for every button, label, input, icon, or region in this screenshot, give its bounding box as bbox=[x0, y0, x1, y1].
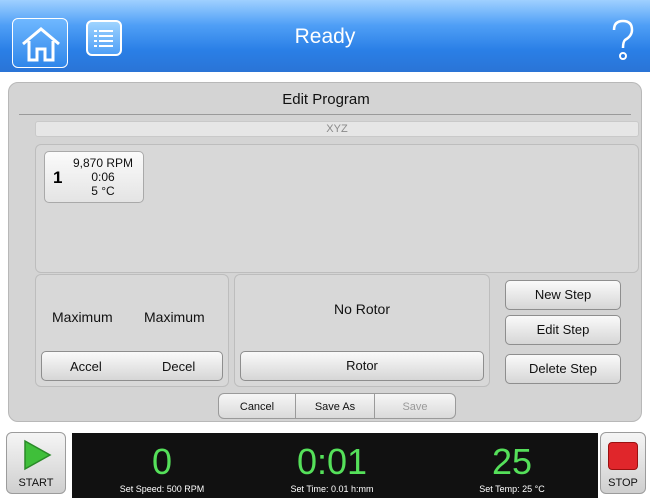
divider bbox=[19, 114, 631, 115]
decel-label: Decel bbox=[162, 359, 196, 374]
step-speed: 9,870 RPM bbox=[72, 156, 134, 170]
start-button[interactable]: START bbox=[6, 432, 66, 494]
set-speed-label: Set Speed: 500 RPM bbox=[119, 484, 205, 494]
page-title: Ready bbox=[294, 25, 356, 48]
accel-decel-button[interactable]: Accel Decel bbox=[41, 351, 223, 381]
action-bar: Cancel Save As Save bbox=[218, 393, 456, 421]
step-number: 1 bbox=[53, 168, 63, 187]
rotor-status: No Rotor bbox=[333, 301, 391, 317]
program-name-field[interactable]: XYZ bbox=[35, 121, 639, 137]
save-button[interactable]: Save bbox=[374, 393, 456, 419]
step-tile[interactable]: 1 9,870 RPM 0:06 5 °C bbox=[44, 151, 144, 203]
rotor-button[interactable]: Rotor bbox=[240, 351, 484, 381]
stop-label: STOP bbox=[608, 477, 638, 489]
temp-readout: 25 bbox=[491, 441, 533, 482]
save-as-button[interactable]: Save As bbox=[295, 393, 375, 419]
set-temp-label: Set Temp: 25 °C bbox=[479, 484, 545, 494]
rotor-group: No Rotor Rotor bbox=[234, 274, 490, 387]
step-temp: 5 °C bbox=[91, 184, 115, 198]
start-label: START bbox=[18, 477, 54, 489]
accel-value: Maximum bbox=[52, 309, 113, 325]
stop-icon bbox=[608, 442, 638, 470]
panel-title: Edit Program bbox=[282, 91, 370, 108]
run-status-panel: 0 Set Speed: 500 RPM 0:01 Set Time: 0.01… bbox=[72, 433, 598, 498]
top-bar: Ready bbox=[0, 0, 650, 72]
new-step-button[interactable]: New Step bbox=[505, 280, 621, 310]
accel-decel-group: Maximum Maximum Accel Decel bbox=[35, 274, 229, 387]
decel-value: Maximum bbox=[144, 309, 205, 325]
steps-area: 1 9,870 RPM 0:06 5 °C bbox=[35, 144, 639, 273]
speed-readout: 0 bbox=[151, 441, 173, 482]
step-time: 0:06 bbox=[91, 170, 115, 184]
edit-program-panel: Edit Program XYZ 1 9,870 RPM 0:06 5 °C M… bbox=[8, 82, 642, 422]
stop-button[interactable]: STOP bbox=[600, 432, 646, 494]
edit-step-button[interactable]: Edit Step bbox=[505, 315, 621, 345]
set-time-label: Set Time: 0.01 h:mm bbox=[290, 484, 374, 494]
help-icon[interactable] bbox=[610, 18, 636, 64]
delete-step-button[interactable]: Delete Step bbox=[505, 354, 621, 384]
cancel-button[interactable]: Cancel bbox=[218, 393, 296, 419]
accel-label: Accel bbox=[70, 359, 102, 374]
time-readout: 0:01 bbox=[296, 441, 368, 482]
play-icon bbox=[24, 439, 52, 471]
